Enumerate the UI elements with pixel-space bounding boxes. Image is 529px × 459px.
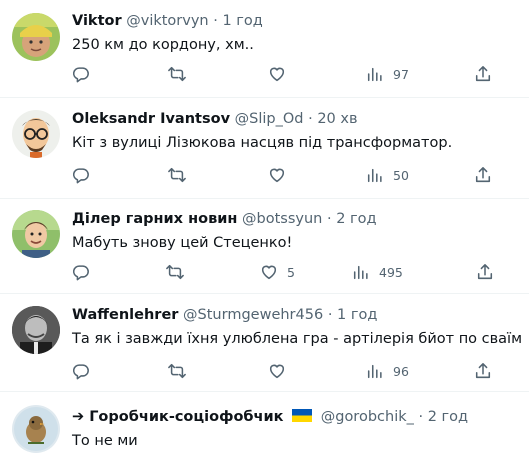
views-icon xyxy=(367,364,382,379)
tweet-text: Кіт з вулиці Лізюкова насцяв під трансфо… xyxy=(72,135,453,151)
views-count: 50 xyxy=(393,167,409,183)
retweet-icon xyxy=(168,66,186,82)
retweet-button[interactable] xyxy=(168,64,186,84)
timestamp[interactable]: 1 год xyxy=(337,307,377,323)
tweet-header: Ділер гарних новин @botssyun · 2 год xyxy=(72,210,377,228)
display-name[interactable]: Viktor xyxy=(72,13,122,29)
views-button[interactable]: 50 xyxy=(366,165,409,185)
user-handle[interactable]: @Sturmgewehr456 xyxy=(183,307,323,323)
tweet[interactable]: Waffenlehrer @Sturmgewehr456 · 1 год Та … xyxy=(0,294,529,392)
tweet-header: Viktor @viktorvyn · 1 год xyxy=(72,12,263,30)
retweet-button[interactable] xyxy=(166,262,184,282)
display-name[interactable]: ➔ Горобчик-соціофобчик xyxy=(72,409,284,425)
action-bar: 50 xyxy=(72,165,512,185)
heart-icon xyxy=(269,364,285,379)
user-handle[interactable]: @Slip_Od xyxy=(235,111,304,127)
retweet-button[interactable] xyxy=(168,165,186,185)
separator-dot: · xyxy=(213,13,218,29)
display-name[interactable]: Ділер гарних новин xyxy=(72,211,237,227)
separator-dot: · xyxy=(418,409,424,425)
tweet-text: То не ми xyxy=(72,433,138,449)
reply-button[interactable] xyxy=(72,165,90,185)
user-handle[interactable]: @botssyun xyxy=(242,211,322,227)
tweet-text: Мабуть знову цей Стеценко! xyxy=(72,235,293,251)
retweet-icon xyxy=(168,363,186,379)
views-count: 96 xyxy=(393,363,409,379)
like-button[interactable] xyxy=(268,361,295,381)
views-icon xyxy=(353,265,368,280)
timestamp[interactable]: 2 год xyxy=(428,409,468,425)
reply-icon xyxy=(72,67,89,83)
retweet-icon xyxy=(166,264,184,280)
separator-dot: · xyxy=(326,211,332,227)
timestamp[interactable]: 1 год xyxy=(222,13,262,29)
display-name[interactable]: Oleksandr Ivantsov xyxy=(72,111,230,127)
tweet-text: Та як і завжди їхня улюблена гра - артіл… xyxy=(72,331,523,347)
reply-button[interactable] xyxy=(72,262,90,282)
tweet[interactable]: ➔ Горобчик-соціофобчик @gorobchik_ · 2 г… xyxy=(0,392,529,459)
like-button[interactable] xyxy=(268,64,295,84)
tweet-header: Waffenlehrer @Sturmgewehr456 · 1 год xyxy=(72,306,377,324)
views-count: 495 xyxy=(379,264,403,280)
reply-button[interactable] xyxy=(72,64,90,84)
like-button[interactable]: 5 xyxy=(260,262,295,282)
avatar[interactable] xyxy=(12,110,60,158)
share-icon xyxy=(475,66,491,82)
avatar[interactable] xyxy=(12,13,60,61)
views-icon xyxy=(367,168,382,183)
separator-dot: · xyxy=(327,307,333,323)
user-handle[interactable]: @gorobchik_ xyxy=(321,409,414,425)
like-count: 5 xyxy=(287,264,295,280)
share-button[interactable] xyxy=(476,262,494,282)
views-button[interactable]: 96 xyxy=(366,361,409,381)
share-icon xyxy=(475,167,491,183)
tweet[interactable]: Oleksandr Ivantsov @Slip_Od · 20 хв Кіт … xyxy=(0,98,529,199)
tweet-text: 250 км до кордону, хм.. xyxy=(72,37,254,53)
heart-icon xyxy=(269,67,285,82)
tweet[interactable]: Viktor @viktorvyn · 1 год 250 км до корд… xyxy=(0,0,529,98)
ukraine-flag-icon xyxy=(292,409,313,422)
share-button[interactable] xyxy=(474,64,492,84)
reply-feed: Viktor @viktorvyn · 1 год 250 км до корд… xyxy=(0,0,529,459)
tweet-header: ➔ Горобчик-соціофобчик @gorobchik_ · 2 г… xyxy=(72,408,468,426)
share-icon xyxy=(475,363,491,379)
tweet[interactable]: Ділер гарних новин @botssyun · 2 год Маб… xyxy=(0,199,529,294)
timestamp[interactable]: 2 год xyxy=(336,211,376,227)
retweet-button[interactable] xyxy=(168,361,186,381)
timestamp[interactable]: 20 хв xyxy=(317,111,357,127)
heart-icon xyxy=(269,168,285,183)
separator-dot: · xyxy=(308,111,313,127)
avatar[interactable] xyxy=(12,306,60,354)
views-button[interactable]: 495 xyxy=(352,262,403,282)
action-bar: 96 xyxy=(72,361,512,381)
tweet-header: Oleksandr Ivantsov @Slip_Od · 20 хв xyxy=(72,110,358,128)
share-button[interactable] xyxy=(474,165,492,185)
avatar[interactable] xyxy=(12,405,60,453)
reply-icon xyxy=(72,168,89,184)
views-count: 97 xyxy=(393,66,409,82)
views-button[interactable]: 97 xyxy=(366,64,409,84)
action-bar: 97 xyxy=(72,64,512,84)
avatar[interactable] xyxy=(12,210,60,258)
views-icon xyxy=(367,67,382,82)
reply-icon xyxy=(72,265,89,281)
reply-icon xyxy=(72,364,89,380)
share-button[interactable] xyxy=(474,361,492,381)
action-bar: 5 495 xyxy=(72,262,512,282)
share-icon xyxy=(477,264,493,280)
reply-button[interactable] xyxy=(72,361,90,381)
like-button[interactable] xyxy=(268,165,295,185)
display-name[interactable]: Waffenlehrer xyxy=(72,307,178,323)
retweet-icon xyxy=(168,167,186,183)
heart-icon xyxy=(261,265,277,280)
user-handle[interactable]: @viktorvyn xyxy=(126,13,208,29)
